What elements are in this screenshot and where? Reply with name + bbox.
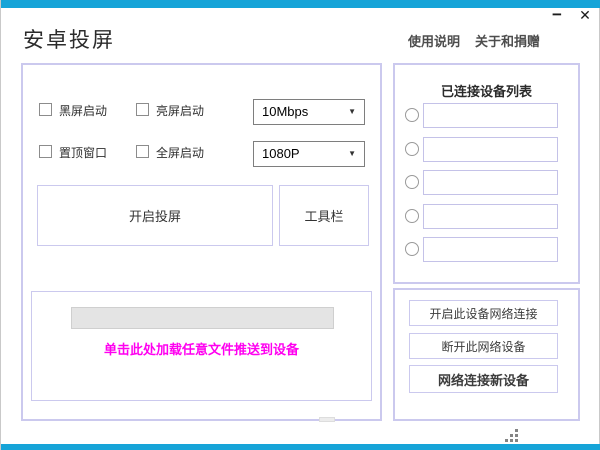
toolbar-button[interactable]: 工具栏 xyxy=(279,185,369,246)
device-radio-2[interactable] xyxy=(405,142,419,156)
checkbox-black-screen-start[interactable] xyxy=(39,103,52,116)
device-field-4[interactable] xyxy=(423,204,558,229)
chevron-down-icon: ▼ xyxy=(348,100,356,124)
network-actions-panel: 开启此设备网络连接 断开此网络设备 网络连接新设备 xyxy=(393,288,580,421)
nav-link-about-donate[interactable]: 关于和捐赠 xyxy=(475,31,540,50)
device-radio-5[interactable] xyxy=(405,242,419,256)
window-top-border xyxy=(1,0,600,8)
device-field-3[interactable] xyxy=(423,170,558,195)
splitter-notch xyxy=(319,417,335,422)
device-radio-4[interactable] xyxy=(405,209,419,223)
device-field-1[interactable] xyxy=(423,103,558,128)
left-panel: 黑屏启动 亮屏启动 10Mbps ▼ 置顶窗口 全屏启动 1080P ▼ 开启投… xyxy=(21,63,382,421)
checkbox-black-screen-label: 黑屏启动 xyxy=(59,102,107,119)
checkbox-fullscreen-label: 全屏启动 xyxy=(156,144,204,161)
checkbox-bright-screen-label: 亮屏启动 xyxy=(156,102,204,119)
progress-bar xyxy=(71,307,334,329)
app-window: 安卓投屏 使用说明 关于和捐赠 − ✕ 黑屏启动 亮屏启动 10Mbps ▼ 置… xyxy=(0,0,600,450)
network-connect-new-device-button[interactable]: 网络连接新设备 xyxy=(409,365,558,393)
chevron-down-icon: ▼ xyxy=(348,142,356,166)
nav-link-usage-guide[interactable]: 使用说明 xyxy=(408,31,460,50)
file-push-area[interactable]: 单击此处加载任意文件推送到设备 xyxy=(31,291,372,401)
device-radio-1[interactable] xyxy=(405,108,419,122)
device-radio-3[interactable] xyxy=(405,175,419,189)
bitrate-dropdown[interactable]: 10Mbps ▼ xyxy=(253,99,365,125)
resolution-dropdown[interactable]: 1080P ▼ xyxy=(253,141,365,167)
resize-grip-icon[interactable] xyxy=(515,439,518,442)
device-field-5[interactable] xyxy=(423,237,558,262)
minimize-button[interactable]: − xyxy=(546,4,568,26)
connect-device-network-button[interactable]: 开启此设备网络连接 xyxy=(409,300,558,326)
checkbox-bright-screen-start[interactable] xyxy=(136,103,149,116)
checkbox-pin-window[interactable] xyxy=(39,145,52,158)
checkbox-pin-window-label: 置顶窗口 xyxy=(59,144,107,161)
close-button[interactable]: ✕ xyxy=(574,4,596,26)
device-field-2[interactable] xyxy=(423,137,558,162)
resolution-dropdown-value: 1080P xyxy=(262,146,300,161)
bitrate-dropdown-value: 10Mbps xyxy=(262,104,308,119)
device-list-panel: 已连接设备列表 xyxy=(393,63,580,284)
disconnect-network-device-button[interactable]: 断开此网络设备 xyxy=(409,333,558,359)
app-title: 安卓投屏 xyxy=(23,24,115,54)
device-list-title: 已连接设备列表 xyxy=(395,81,578,100)
file-push-hint: 单击此处加载任意文件推送到设备 xyxy=(32,339,371,358)
window-bottom-border xyxy=(1,444,600,450)
checkbox-fullscreen-start[interactable] xyxy=(136,145,149,158)
start-cast-button[interactable]: 开启投屏 xyxy=(37,185,273,246)
